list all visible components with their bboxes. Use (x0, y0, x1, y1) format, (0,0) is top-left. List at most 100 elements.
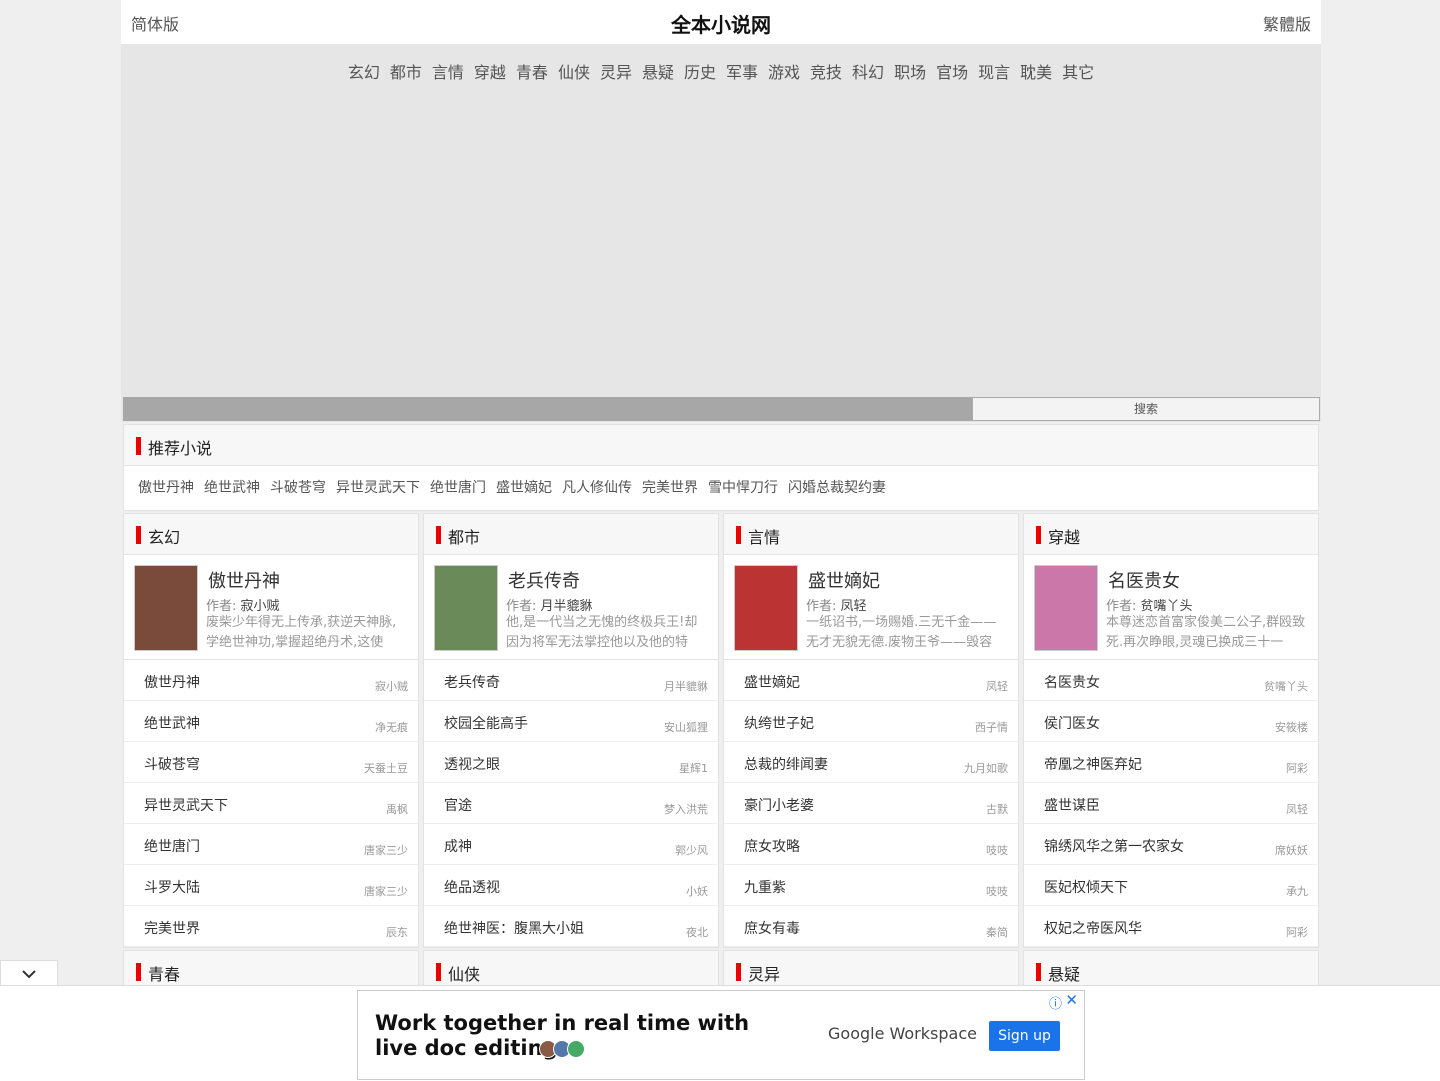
book-title[interactable]: 老兵传奇 (444, 672, 500, 692)
book-title[interactable]: 绝世武神 (144, 713, 200, 733)
book-title[interactable]: 纨绔世子妃 (744, 713, 814, 733)
featured-title[interactable]: 老兵传奇 (508, 567, 580, 593)
book-title[interactable]: 异世灵武天下 (144, 795, 228, 815)
book-row[interactable]: 绝世唐门 唐家三少 (124, 824, 418, 865)
site-title[interactable]: 全本小说网 (121, 9, 1321, 38)
search-input[interactable] (123, 397, 972, 421)
book-title[interactable]: 庶女有毒 (744, 918, 800, 938)
book-row[interactable]: 纨绔世子妃 西子情 (724, 701, 1018, 742)
recommend-item[interactable]: 绝世唐门 (430, 480, 486, 496)
book-row[interactable]: 异世灵武天下 禹枫 (124, 783, 418, 824)
book-row[interactable]: 锦绣风华之第一农家女 席妖妖 (1024, 824, 1318, 865)
book-title[interactable]: 医妃权倾天下 (1044, 877, 1128, 897)
featured-book[interactable]: 盛世嫡妃 作者: 凤轻 一纸诏书,一场赐婚.三无千金——无才无貌无德.废物王爷——毁… (724, 555, 1018, 660)
nav-item[interactable]: 言情 (432, 59, 464, 83)
recommend-item[interactable]: 异世灵武天下 (336, 480, 420, 496)
book-title[interactable]: 斗破苍穹 (144, 754, 200, 774)
nav-item[interactable]: 官场 (936, 59, 968, 83)
ad-banner[interactable]: Work together in real time with live doc… (357, 990, 1085, 1080)
nav-item[interactable]: 竞技 (810, 59, 842, 83)
book-title[interactable]: 成神 (444, 836, 472, 856)
book-title[interactable]: 透视之眼 (444, 754, 500, 774)
recommend-item[interactable]: 盛世嫡妃 (496, 480, 552, 496)
book-title[interactable]: 侯门医女 (1044, 713, 1100, 733)
book-title[interactable]: 九重紫 (744, 877, 786, 897)
book-row[interactable]: 官途 梦入洪荒 (424, 783, 718, 824)
book-title[interactable]: 完美世界 (144, 918, 200, 938)
book-title[interactable]: 总裁的绯闻妻 (744, 754, 828, 774)
book-row[interactable]: 庶女有毒 秦简 (724, 906, 1018, 947)
book-row[interactable]: 盛世嫡妃 凤轻 (724, 660, 1018, 701)
book-cover[interactable] (134, 565, 198, 651)
recommend-item[interactable]: 绝世武神 (204, 480, 260, 496)
book-row[interactable]: 绝世神医：腹黑大小姐 夜北 (424, 906, 718, 947)
category-title[interactable]: 穿越 (1048, 524, 1080, 548)
book-row[interactable]: 斗破苍穹 天蚕土豆 (124, 742, 418, 783)
nav-item[interactable]: 其它 (1062, 59, 1094, 83)
featured-title[interactable]: 名医贵女 (1108, 567, 1180, 593)
category-title[interactable]: 灵异 (748, 961, 780, 985)
book-title[interactable]: 盛世谋臣 (1044, 795, 1100, 815)
book-row[interactable]: 傲世丹神 寂小贼 (124, 660, 418, 701)
close-icon[interactable]: ✕ (1065, 991, 1078, 1009)
book-row[interactable]: 九重紫 吱吱 (724, 865, 1018, 906)
nav-item[interactable]: 军事 (726, 59, 758, 83)
nav-item[interactable]: 青春 (516, 59, 548, 83)
book-row[interactable]: 完美世界 辰东 (124, 906, 418, 947)
nav-item[interactable]: 玄幻 (348, 59, 380, 83)
nav-item[interactable]: 科幻 (852, 59, 884, 83)
book-title[interactable]: 名医贵女 (1044, 672, 1100, 692)
nav-item[interactable]: 职场 (894, 59, 926, 83)
recommend-item[interactable]: 凡人修仙传 (562, 480, 632, 496)
info-icon[interactable]: ⓘ (1049, 993, 1062, 1012)
book-cover[interactable] (1034, 565, 1098, 651)
featured-title[interactable]: 傲世丹神 (208, 567, 280, 593)
featured-book[interactable]: 傲世丹神 作者: 寂小贼 废柴少年得无上传承,获逆天神脉,学绝世神功,掌握超绝丹术,… (124, 555, 418, 660)
category-title[interactable]: 言情 (748, 524, 780, 548)
book-title[interactable]: 绝世唐门 (144, 836, 200, 856)
nav-item[interactable]: 游戏 (768, 59, 800, 83)
book-title[interactable]: 绝品透视 (444, 877, 500, 897)
book-title[interactable]: 庶女攻略 (744, 836, 800, 856)
book-row[interactable]: 透视之眼 星辉1 (424, 742, 718, 783)
recommend-item[interactable]: 斗破苍穹 (270, 480, 326, 496)
book-cover[interactable] (434, 565, 498, 651)
category-title[interactable]: 仙侠 (448, 961, 480, 985)
recommend-item[interactable]: 闪婚总裁契约妻 (788, 480, 886, 496)
book-row[interactable]: 豪门小老婆 古默 (724, 783, 1018, 824)
book-row[interactable]: 权妃之帝医风华 阿彩 (1024, 906, 1318, 947)
category-title[interactable]: 悬疑 (1048, 961, 1080, 985)
featured-book[interactable]: 名医贵女 作者: 贫嘴丫头 本尊迷恋首富家俊美二公子,群殴致死.再次睁眼,灵魂已换成… (1024, 555, 1318, 660)
nav-item[interactable]: 历史 (684, 59, 716, 83)
book-row[interactable]: 校园全能高手 安山狐狸 (424, 701, 718, 742)
collapse-button[interactable] (0, 960, 58, 987)
book-cover[interactable] (734, 565, 798, 651)
book-title[interactable]: 斗罗大陆 (144, 877, 200, 897)
book-row[interactable]: 总裁的绯闻妻 九月如歌 (724, 742, 1018, 783)
book-title[interactable]: 傲世丹神 (144, 672, 200, 692)
book-row[interactable]: 斗罗大陆 唐家三少 (124, 865, 418, 906)
nav-item[interactable]: 灵异 (600, 59, 632, 83)
book-title[interactable]: 官途 (444, 795, 472, 815)
book-title[interactable]: 豪门小老婆 (744, 795, 814, 815)
search-button[interactable]: 搜索 (972, 397, 1320, 421)
nav-item[interactable]: 耽美 (1020, 59, 1052, 83)
recommend-item[interactable]: 雪中悍刀行 (708, 480, 778, 496)
book-row[interactable]: 绝品透视 小妖 (424, 865, 718, 906)
nav-item[interactable]: 都市 (390, 59, 422, 83)
traditional-link[interactable]: 繁體版 (1263, 11, 1311, 35)
book-title[interactable]: 权妃之帝医风华 (1044, 918, 1142, 938)
nav-item[interactable]: 穿越 (474, 59, 506, 83)
book-title[interactable]: 校园全能高手 (444, 713, 528, 733)
book-title[interactable]: 帝凰之神医弃妃 (1044, 754, 1142, 774)
book-row[interactable]: 盛世谋臣 凤轻 (1024, 783, 1318, 824)
featured-title[interactable]: 盛世嫡妃 (808, 567, 880, 593)
nav-item[interactable]: 现言 (978, 59, 1010, 83)
book-row[interactable]: 帝凰之神医弃妃 阿彩 (1024, 742, 1318, 783)
recommend-item[interactable]: 完美世界 (642, 480, 698, 496)
book-row[interactable]: 医妃权倾天下 承九 (1024, 865, 1318, 906)
book-row[interactable]: 侯门医女 安筱楼 (1024, 701, 1318, 742)
featured-book[interactable]: 老兵传奇 作者: 月半貔貅 他,是一代当之无愧的终极兵王!却因为将军无法掌控他以及他… (424, 555, 718, 660)
nav-item[interactable]: 仙侠 (558, 59, 590, 83)
book-row[interactable]: 老兵传奇 月半貔貅 (424, 660, 718, 701)
